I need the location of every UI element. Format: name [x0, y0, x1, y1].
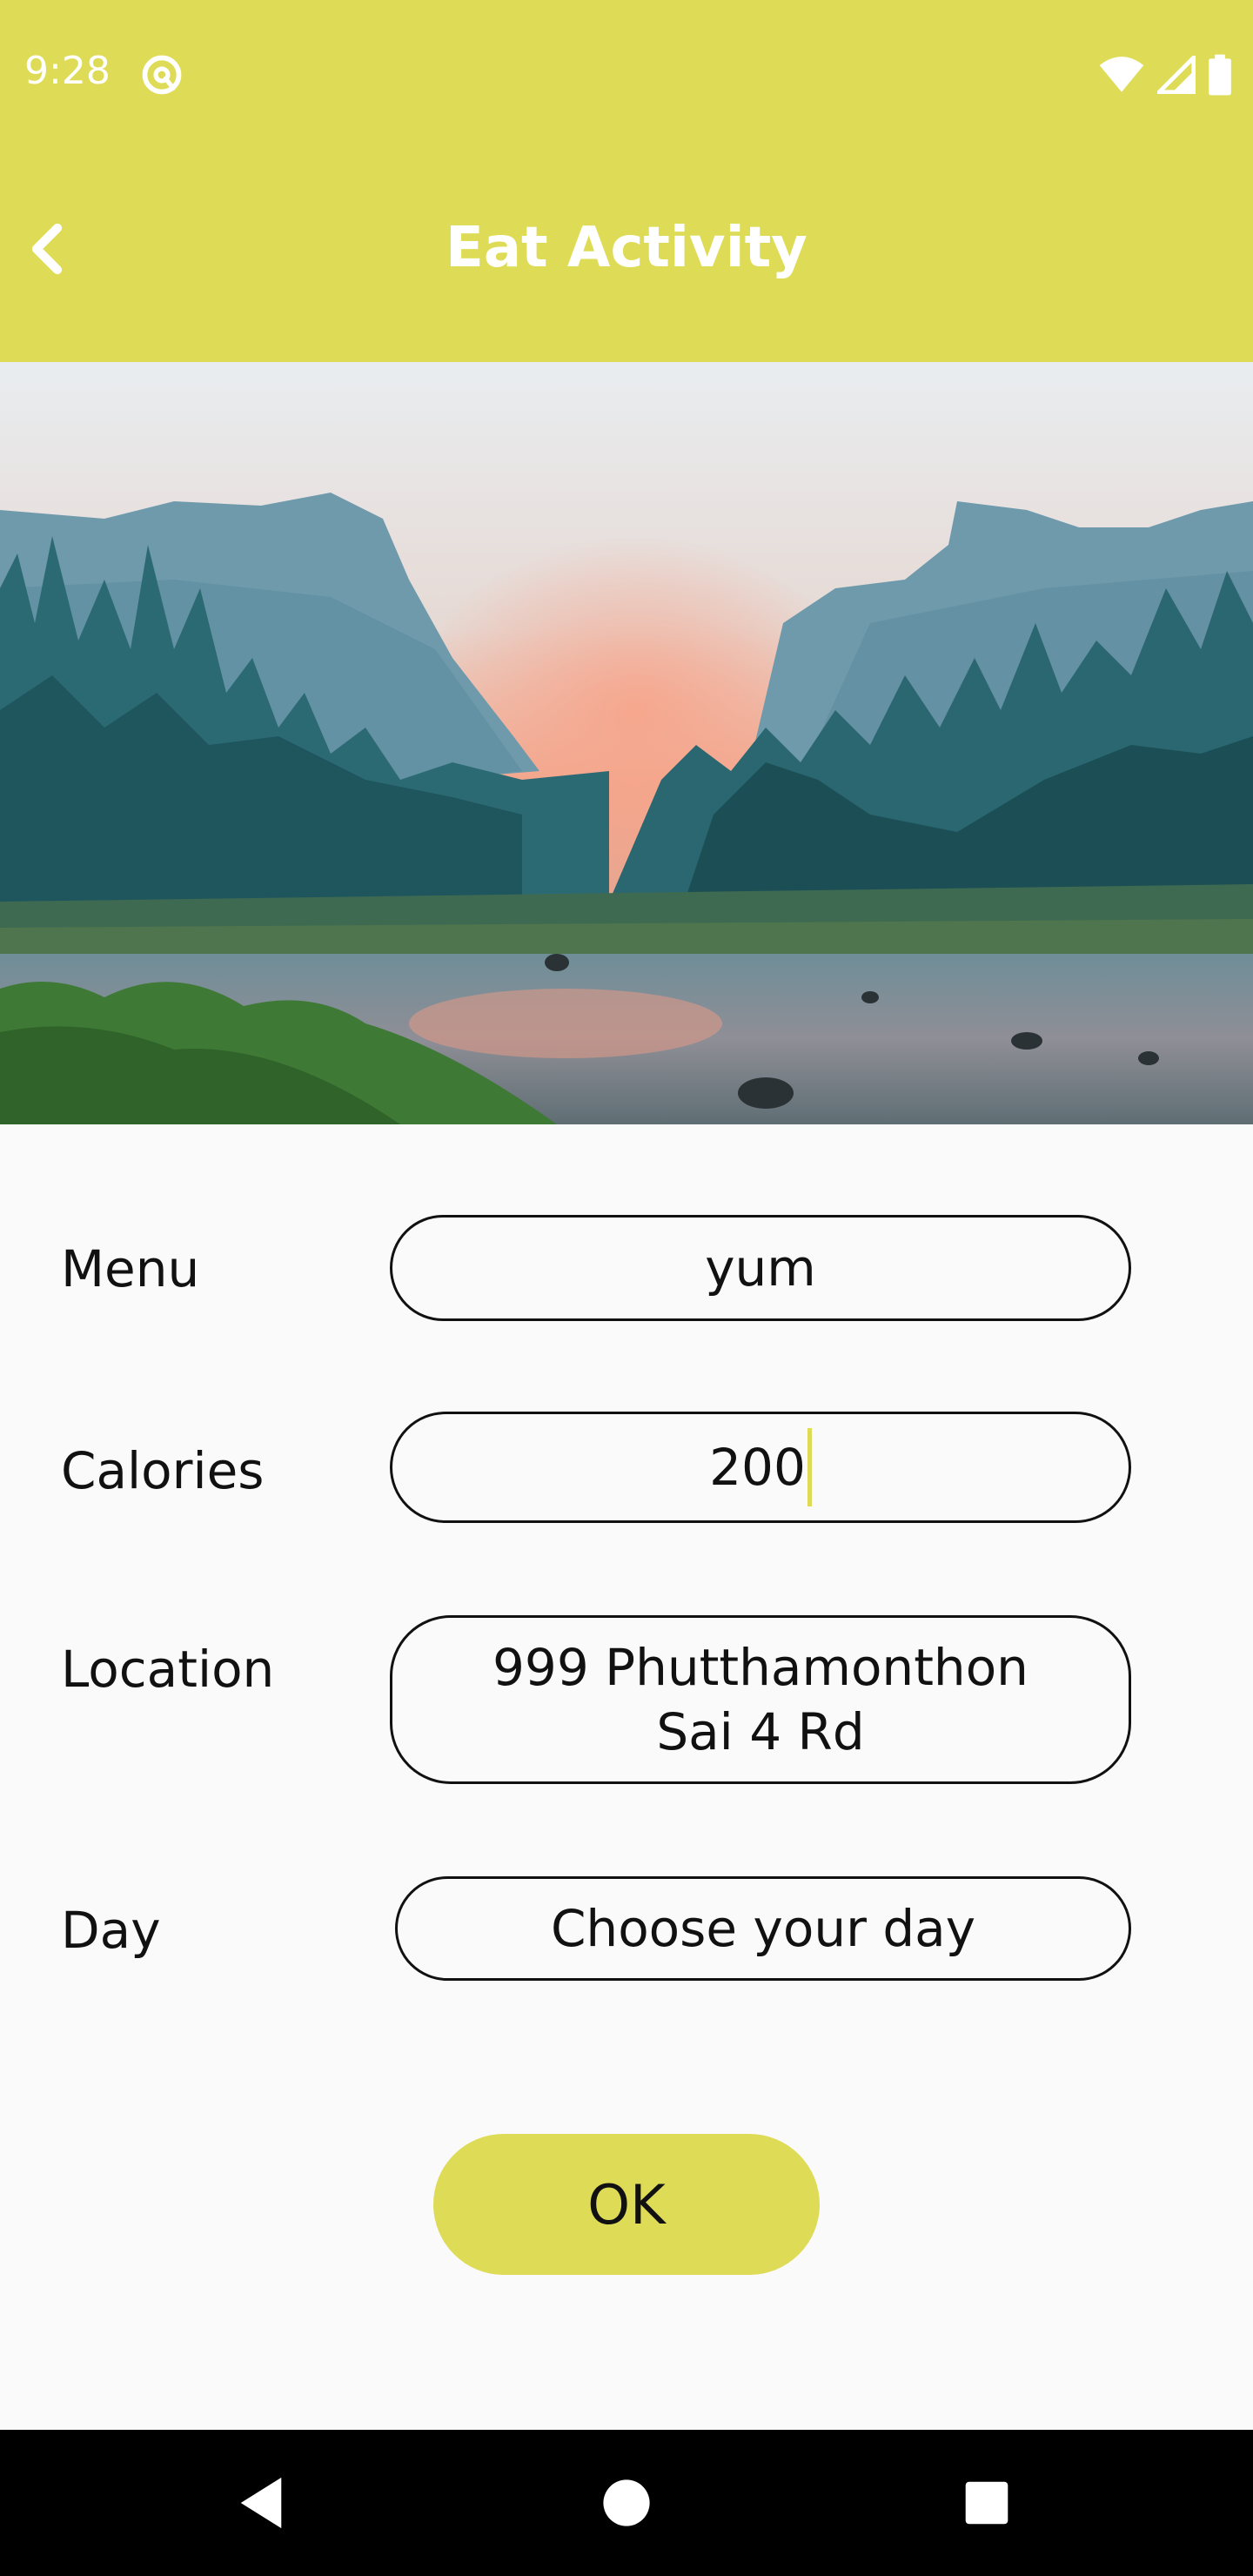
menu-input[interactable]: yum [390, 1215, 1131, 1321]
status-icons [1098, 52, 1232, 97]
location-value-line2: Sai 4 Rd [656, 1702, 865, 1761]
nav-recents-button[interactable] [952, 2468, 1022, 2538]
nav-home-button[interactable] [592, 2468, 661, 2538]
day-placeholder: Choose your day [550, 1899, 976, 1958]
recents-square-icon [965, 2481, 1008, 2525]
text-cursor [807, 1428, 812, 1506]
ok-button[interactable]: OK [433, 2134, 820, 2275]
app-bar: Eat Activity [0, 148, 1253, 362]
status-time: 9:28 [24, 49, 111, 93]
landscape-image [0, 362, 1253, 1124]
status-bar: 9:28 [0, 0, 1253, 148]
signal-icon [1157, 56, 1196, 94]
hero-image [0, 362, 1253, 1124]
calories-label: Calories [61, 1441, 265, 1500]
menu-value: yum [705, 1238, 816, 1298]
page-title: Eat Activity [446, 216, 807, 280]
location-label: Location [61, 1640, 275, 1699]
calories-input[interactable]: 200 [390, 1412, 1131, 1523]
day-label: Day [61, 1901, 161, 1960]
system-nav-bar [0, 2430, 1253, 2576]
back-triangle-icon [240, 2477, 282, 2529]
day-picker[interactable]: Choose your day [395, 1876, 1131, 1981]
at-sign-icon [142, 55, 182, 95]
battery-icon [1209, 54, 1231, 96]
wifi-icon [1099, 57, 1144, 92]
menu-label: Menu [61, 1239, 200, 1298]
calories-value: 200 [709, 1438, 806, 1497]
location-input[interactable]: 999 Phutthamonthon Sai 4 Rd [390, 1615, 1131, 1784]
location-value-line1: 999 Phutthamonthon [492, 1638, 1029, 1697]
screen: 9:28 Eat Activity Menu yum Calories 200 … [0, 0, 1253, 2576]
nav-back-button[interactable] [226, 2468, 296, 2538]
home-circle-icon [603, 2479, 650, 2526]
